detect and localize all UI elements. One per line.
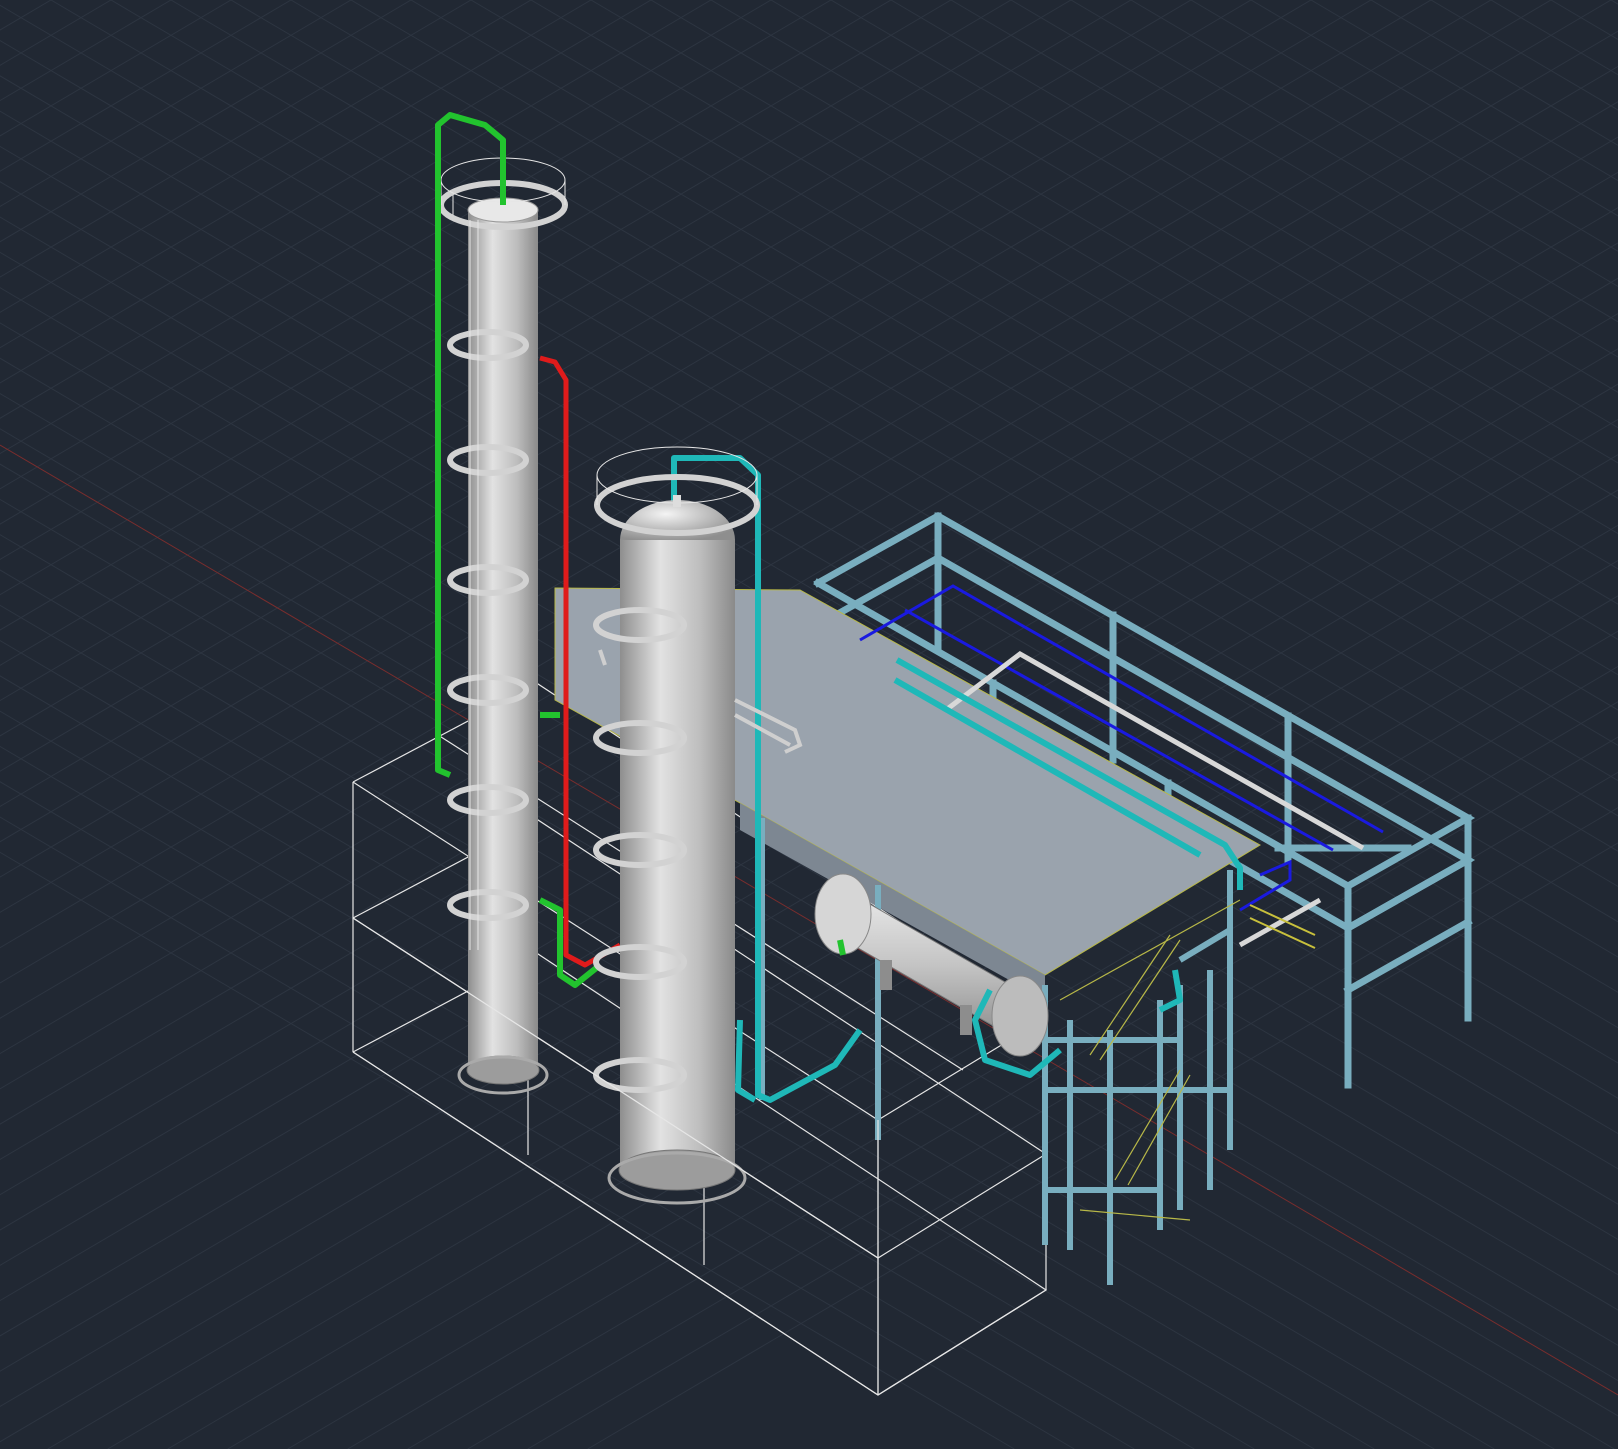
tall-column (438, 157, 568, 1095)
grid-line (0, 0, 232, 137)
grid-line (0, 0, 112, 66)
grid-line (0, 0, 52, 31)
grid-line (0, 0, 352, 208)
grid-line (1070, 0, 1618, 323)
grid-line (0, 0, 412, 243)
grid-line (1190, 0, 1618, 252)
grid-line (0, 0, 472, 278)
grid-line (0, 0, 292, 172)
grid-line (1490, 0, 1618, 76)
grid-line (1370, 0, 1618, 146)
short-column (593, 446, 760, 1205)
grid-line (1310, 0, 1618, 182)
model-viewport[interactable] (0, 0, 1618, 1449)
grid-line (0, 0, 172, 102)
grid-line (1610, 0, 1618, 5)
3d-model-view[interactable] (0, 0, 1618, 1449)
